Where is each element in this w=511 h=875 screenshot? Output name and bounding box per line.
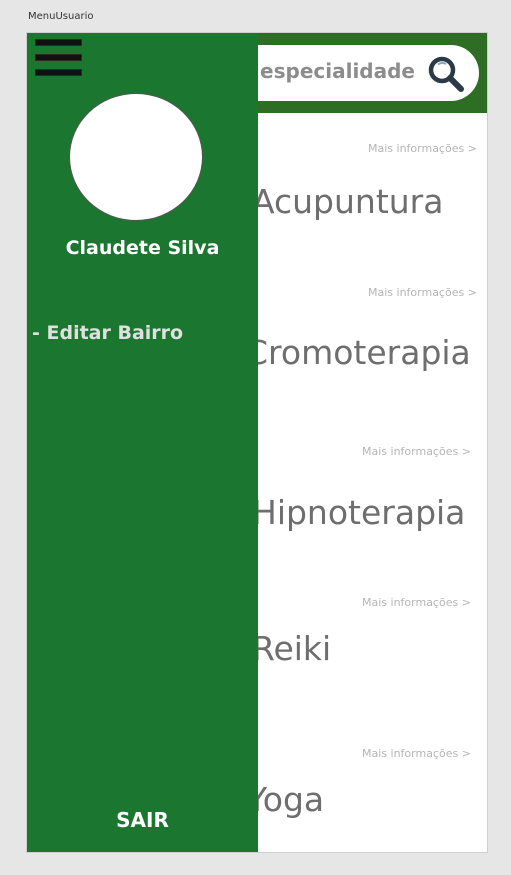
- frame-label: MenuUsuario: [28, 11, 94, 22]
- menu-item-edit-neighborhood[interactable]: - Editar Bairro: [32, 322, 183, 344]
- hamburger-menu-icon[interactable]: [35, 39, 82, 77]
- specialty-name[interactable]: Yoga: [247, 780, 324, 819]
- more-info-link[interactable]: Mais informações >: [362, 747, 471, 760]
- side-drawer: Claudete Silva - Editar Bairro SAIR: [27, 33, 258, 852]
- specialty-name[interactable]: Cromoterapia: [245, 333, 471, 372]
- more-info-link[interactable]: Mais informações >: [362, 596, 471, 609]
- more-info-link[interactable]: Mais informações >: [362, 445, 471, 458]
- user-name: Claudete Silva: [65, 237, 220, 259]
- logout-button[interactable]: SAIR: [27, 808, 258, 832]
- more-info-link[interactable]: Mais informações >: [368, 286, 477, 299]
- avatar[interactable]: [69, 93, 203, 221]
- specialty-name[interactable]: Acupuntura: [252, 182, 443, 221]
- search-icon[interactable]: [427, 55, 465, 93]
- more-info-link[interactable]: Mais informações >: [368, 142, 477, 155]
- search-placeholder: a especialidade: [239, 59, 415, 83]
- phone-screen: a especialidade Mais informações > Acupu…: [26, 32, 488, 853]
- specialty-name[interactable]: Hipnoterapia: [252, 493, 465, 532]
- specialty-name[interactable]: Reiki: [252, 629, 331, 668]
